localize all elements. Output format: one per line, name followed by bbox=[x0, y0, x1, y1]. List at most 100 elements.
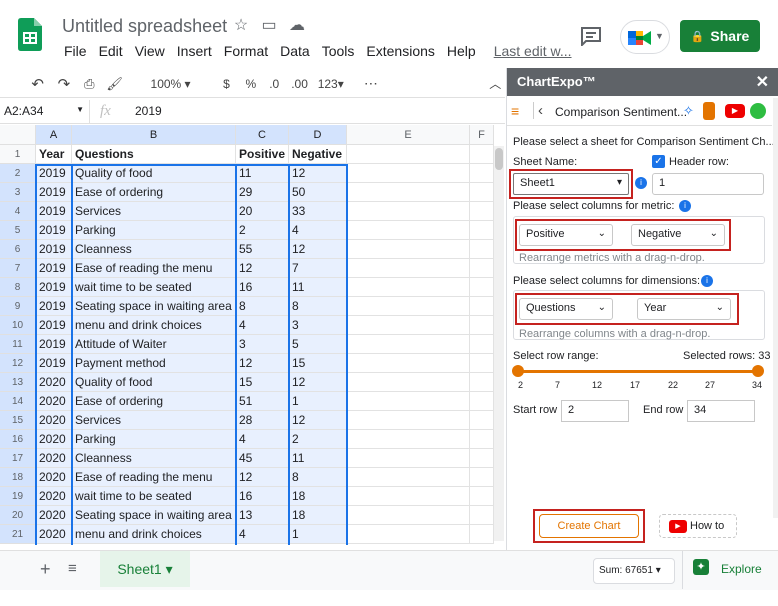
row-header[interactable]: 21 bbox=[0, 525, 36, 544]
table-cell[interactable]: 16 bbox=[236, 278, 289, 297]
table-cell[interactable] bbox=[347, 202, 470, 221]
row-header[interactable]: 7 bbox=[0, 259, 36, 278]
undo-icon[interactable]: ↶ bbox=[24, 75, 51, 93]
panel-scrollbar[interactable] bbox=[773, 98, 778, 518]
table-cell[interactable]: 2019 bbox=[36, 183, 72, 202]
table-cell[interactable]: 2019 bbox=[36, 297, 72, 316]
column-header[interactable]: A bbox=[36, 125, 72, 145]
row-header[interactable]: 2 bbox=[0, 164, 36, 183]
table-cell[interactable]: 11 bbox=[289, 278, 347, 297]
row-header[interactable]: 11 bbox=[0, 335, 36, 354]
table-cell[interactable] bbox=[347, 183, 470, 202]
table-cell[interactable]: 13 bbox=[236, 506, 289, 525]
more-options-icon[interactable]: ⋯ bbox=[356, 75, 385, 92]
table-cell[interactable]: 2020 bbox=[36, 430, 72, 449]
table-cell[interactable] bbox=[470, 278, 494, 297]
table-cell[interactable]: 2020 bbox=[36, 373, 72, 392]
table-cell[interactable]: 2019 bbox=[36, 335, 72, 354]
table-cell[interactable]: 28 bbox=[236, 411, 289, 430]
menu-insert[interactable]: Insert bbox=[171, 43, 218, 59]
vertical-scrollbar[interactable] bbox=[494, 146, 504, 541]
row-header[interactable]: 20 bbox=[0, 506, 36, 525]
table-cell[interactable] bbox=[470, 316, 494, 335]
table-cell[interactable] bbox=[347, 373, 470, 392]
table-cell[interactable] bbox=[470, 411, 494, 430]
row-header[interactable]: 6 bbox=[0, 240, 36, 259]
paint-format-icon[interactable]: 🖌 bbox=[102, 76, 127, 92]
table-cell[interactable]: 2020 bbox=[36, 468, 72, 487]
column-header[interactable]: C bbox=[236, 125, 289, 145]
table-cell[interactable]: 4 bbox=[236, 316, 289, 335]
dimension-select-questions[interactable]: Questions ⌄ bbox=[519, 298, 613, 320]
header-row-input[interactable]: 1 bbox=[652, 173, 764, 195]
row-header[interactable]: 14 bbox=[0, 392, 36, 411]
add-sheet-icon[interactable]: + bbox=[40, 559, 51, 580]
comment-history-icon[interactable] bbox=[580, 26, 602, 46]
star-icon[interactable]: ☆ bbox=[232, 17, 250, 35]
table-cell[interactable] bbox=[470, 335, 494, 354]
metric-select-positive[interactable]: Positive ⌄ bbox=[519, 224, 613, 246]
table-cell[interactable]: 2 bbox=[289, 430, 347, 449]
table-cell[interactable]: 15 bbox=[236, 373, 289, 392]
table-cell[interactable]: Parking bbox=[72, 430, 236, 449]
table-cell[interactable] bbox=[347, 278, 470, 297]
menu-view[interactable]: View bbox=[129, 43, 171, 59]
table-cell[interactable]: 7 bbox=[289, 259, 347, 278]
table-cell[interactable] bbox=[347, 221, 470, 240]
table-cell[interactable]: Ease of reading the menu bbox=[72, 259, 236, 278]
sheets-logo-icon[interactable] bbox=[18, 18, 42, 51]
table-cell[interactable]: 2020 bbox=[36, 449, 72, 468]
menu-edit[interactable]: Edit bbox=[93, 43, 129, 59]
menu-extensions[interactable]: Extensions bbox=[360, 43, 440, 59]
table-cell[interactable]: Positive bbox=[236, 145, 289, 164]
row-header[interactable]: 5 bbox=[0, 221, 36, 240]
table-cell[interactable]: 2019 bbox=[36, 316, 72, 335]
table-cell[interactable] bbox=[470, 183, 494, 202]
table-cell[interactable]: 2020 bbox=[36, 525, 72, 544]
table-cell[interactable]: 18 bbox=[289, 487, 347, 506]
table-cell[interactable] bbox=[347, 240, 470, 259]
row-header[interactable]: 16 bbox=[0, 430, 36, 449]
table-cell[interactable]: Seating space in waiting area bbox=[72, 297, 236, 316]
table-cell[interactable]: 2 bbox=[236, 221, 289, 240]
table-cell[interactable]: 12 bbox=[289, 164, 347, 183]
table-cell[interactable] bbox=[347, 316, 470, 335]
table-cell[interactable]: 8 bbox=[289, 297, 347, 316]
increase-decimal[interactable]: .00 bbox=[286, 77, 313, 91]
slider-start-handle[interactable] bbox=[512, 365, 524, 377]
table-cell[interactable]: 4 bbox=[289, 221, 347, 240]
dimension-select-year[interactable]: Year ⌄ bbox=[637, 298, 731, 320]
table-cell[interactable] bbox=[470, 164, 494, 183]
menu-format[interactable]: Format bbox=[218, 43, 274, 59]
table-cell[interactable] bbox=[347, 525, 470, 544]
table-cell[interactable]: 4 bbox=[236, 525, 289, 544]
table-cell[interactable]: menu and drink choices bbox=[72, 316, 236, 335]
zoom-select[interactable]: 100% ▾ bbox=[141, 77, 199, 91]
table-cell[interactable]: 5 bbox=[289, 335, 347, 354]
collapse-menus-icon[interactable]: ︿ bbox=[486, 75, 505, 92]
table-cell[interactable]: wait time to be seated bbox=[72, 278, 236, 297]
table-cell[interactable] bbox=[347, 259, 470, 278]
currency-format[interactable]: $ bbox=[214, 77, 239, 91]
table-cell[interactable]: 18 bbox=[289, 506, 347, 525]
table-cell[interactable]: 16 bbox=[236, 487, 289, 506]
table-cell[interactable]: 2019 bbox=[36, 164, 72, 183]
table-cell[interactable] bbox=[347, 468, 470, 487]
menu-data[interactable]: Data bbox=[274, 43, 316, 59]
table-cell[interactable] bbox=[347, 354, 470, 373]
name-box[interactable]: A2:A34 ▼ bbox=[0, 100, 90, 123]
table-cell[interactable]: Parking bbox=[72, 221, 236, 240]
table-cell[interactable]: 2019 bbox=[36, 278, 72, 297]
info-icon[interactable]: i bbox=[635, 177, 647, 189]
table-cell[interactable]: 1 bbox=[289, 525, 347, 544]
column-header[interactable]: F bbox=[470, 125, 494, 145]
column-header[interactable]: D bbox=[289, 125, 347, 145]
support-icon[interactable] bbox=[750, 103, 766, 119]
table-cell[interactable] bbox=[347, 430, 470, 449]
table-cell[interactable]: 2020 bbox=[36, 411, 72, 430]
table-cell[interactable] bbox=[470, 202, 494, 221]
row-header[interactable]: 10 bbox=[0, 316, 36, 335]
table-cell[interactable] bbox=[470, 449, 494, 468]
table-cell[interactable]: 12 bbox=[289, 240, 347, 259]
info-icon[interactable]: i bbox=[701, 275, 713, 287]
